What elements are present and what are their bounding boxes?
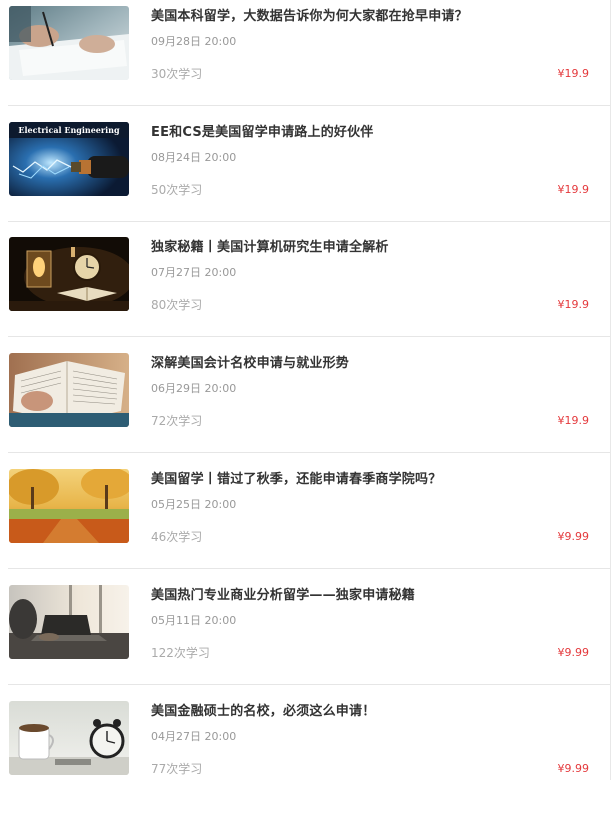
course-thumbnail[interactable] bbox=[9, 585, 129, 659]
divider bbox=[8, 568, 610, 569]
course-price: ¥9.99 bbox=[557, 646, 590, 659]
course-title[interactable]: 独家秘籍丨美国计算机研究生申请全解析 bbox=[151, 236, 389, 255]
course-title[interactable]: EE和CS是美国留学申请路上的好伙伴 bbox=[151, 121, 374, 140]
course-item[interactable]: Electrical Engineering EE和CS是美国留学申请路上的好伙… bbox=[0, 122, 610, 238]
course-date: 07月27日 20:00 bbox=[151, 266, 237, 279]
course-title[interactable]: 美国金融硕士的名校，必须这么申请！ bbox=[151, 700, 375, 719]
course-thumbnail[interactable] bbox=[9, 353, 129, 427]
course-date: 09月28日 20:00 bbox=[151, 35, 237, 48]
course-thumbnail[interactable] bbox=[9, 469, 129, 543]
clock-candle-book-image bbox=[9, 237, 129, 311]
course-thumbnail[interactable] bbox=[9, 237, 129, 311]
divider bbox=[8, 452, 610, 453]
course-date: 04月27日 20:00 bbox=[151, 730, 237, 743]
coffee-clock-image bbox=[9, 701, 129, 775]
course-price: ¥19.9 bbox=[557, 298, 590, 311]
course-price: ¥9.99 bbox=[557, 530, 590, 543]
course-date: 08月24日 20:00 bbox=[151, 151, 237, 164]
writing-hand-image bbox=[9, 6, 129, 80]
course-item[interactable]: 美国热门专业商业分析留学——独家申请秘籍 05月11日 20:00 122次学习… bbox=[0, 585, 610, 701]
course-title[interactable]: 深解美国会计名校申请与就业形势 bbox=[151, 352, 349, 371]
image-caption: Electrical Engineering bbox=[18, 125, 120, 135]
course-item[interactable]: 深解美国会计名校申请与就业形势 06月29日 20:00 72次学习 ¥19.9 bbox=[0, 353, 610, 469]
divider bbox=[8, 105, 610, 106]
course-thumbnail[interactable] bbox=[9, 701, 129, 775]
learner-count: 77次学习 bbox=[151, 762, 203, 776]
course-item[interactable]: 独家秘籍丨美国计算机研究生申请全解析 07月27日 20:00 80次学习 ¥1… bbox=[0, 237, 610, 353]
learner-count: 80次学习 bbox=[151, 298, 203, 312]
course-price: ¥19.9 bbox=[557, 183, 590, 196]
learner-count: 50次学习 bbox=[151, 183, 203, 197]
course-title[interactable]: 美国本科留学，大数据告诉你为何大家都在抢早申请？ bbox=[151, 5, 468, 24]
open-book-image bbox=[9, 353, 129, 427]
laptop-window-image bbox=[9, 585, 129, 659]
autumn-park-image bbox=[9, 469, 129, 543]
course-thumbnail[interactable] bbox=[9, 6, 129, 80]
course-list: 美国本科留学，大数据告诉你为何大家都在抢早申请？ 09月28日 20:00 30… bbox=[0, 0, 611, 780]
course-price: ¥19.9 bbox=[557, 414, 590, 427]
course-title[interactable]: 美国留学丨错过了秋季，还能申请春季商学院吗？ bbox=[151, 468, 441, 487]
learner-count: 122次学习 bbox=[151, 646, 210, 660]
divider bbox=[8, 336, 610, 337]
course-thumbnail[interactable]: Electrical Engineering bbox=[9, 122, 129, 196]
divider bbox=[8, 221, 610, 222]
electric-cable-image: Electrical Engineering bbox=[9, 122, 129, 196]
course-title[interactable]: 美国热门专业商业分析留学——独家申请秘籍 bbox=[151, 584, 415, 603]
course-date: 06月29日 20:00 bbox=[151, 382, 237, 395]
course-item[interactable]: 美国金融硕士的名校，必须这么申请！ 04月27日 20:00 77次学习 ¥9.… bbox=[0, 701, 610, 817]
course-item[interactable]: 美国留学丨错过了秋季，还能申请春季商学院吗？ 05月25日 20:00 46次学… bbox=[0, 469, 610, 585]
course-date: 05月11日 20:00 bbox=[151, 614, 237, 627]
divider bbox=[8, 684, 610, 685]
learner-count: 46次学习 bbox=[151, 530, 203, 544]
course-price: ¥9.99 bbox=[557, 762, 590, 775]
course-item[interactable]: 美国本科留学，大数据告诉你为何大家都在抢早申请？ 09月28日 20:00 30… bbox=[0, 6, 610, 122]
course-date: 05月25日 20:00 bbox=[151, 498, 237, 511]
learner-count: 30次学习 bbox=[151, 67, 203, 81]
learner-count: 72次学习 bbox=[151, 414, 203, 428]
course-price: ¥19.9 bbox=[557, 67, 590, 80]
